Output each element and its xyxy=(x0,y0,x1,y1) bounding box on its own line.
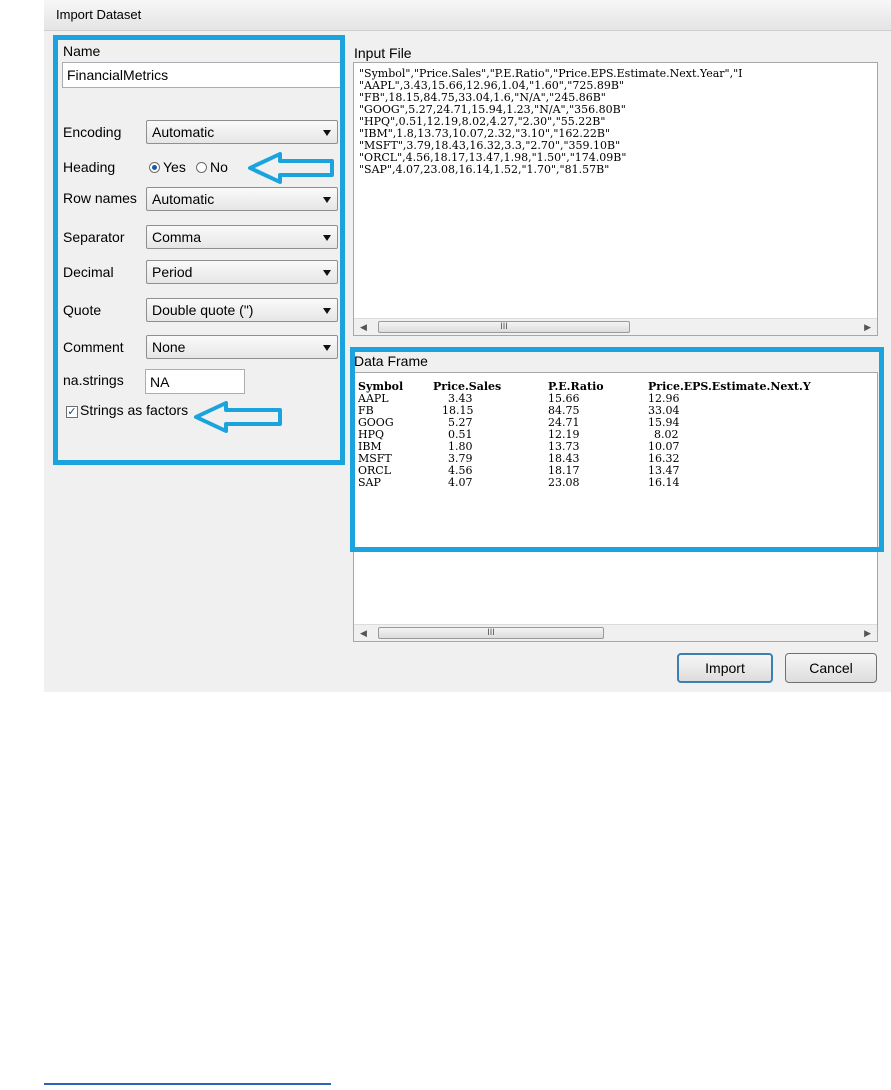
dialog-titlebar: Import Dataset xyxy=(44,0,891,31)
arrow-left-icon xyxy=(248,152,334,184)
data-frame-highlight-frame xyxy=(350,347,884,552)
scroll-thumb[interactable]: III xyxy=(378,321,630,333)
divider-line xyxy=(44,1083,331,1085)
input-file-hscrollbar[interactable]: ◀ III ▶ xyxy=(354,318,877,335)
scroll-left-icon[interactable]: ◀ xyxy=(360,322,367,333)
cancel-button[interactable]: Cancel xyxy=(785,653,877,683)
data-frame-hscrollbar[interactable]: ◀ III ▶ xyxy=(354,624,877,641)
dialog-title: Import Dataset xyxy=(56,7,142,22)
import-button[interactable]: Import xyxy=(677,653,773,683)
scroll-left-icon[interactable]: ◀ xyxy=(360,628,367,639)
scroll-right-icon[interactable]: ▶ xyxy=(864,628,871,639)
arrow-left-icon xyxy=(194,401,282,433)
scroll-thumb[interactable]: III xyxy=(378,627,604,639)
input-line: "SAP",4.07,23.08,16.14,1.52,"1.70","81.5… xyxy=(359,163,610,176)
input-file-text: "Symbol","Price.Sales","P.E.Ratio","Pric… xyxy=(359,68,871,198)
input-file-label: Input File xyxy=(354,45,412,61)
input-file-panel[interactable]: "Symbol","Price.Sales","P.E.Ratio","Pric… xyxy=(353,62,878,336)
import-dataset-dialog: Import Dataset Name FinancialMetrics Enc… xyxy=(44,0,891,692)
scroll-right-icon[interactable]: ▶ xyxy=(864,322,871,333)
